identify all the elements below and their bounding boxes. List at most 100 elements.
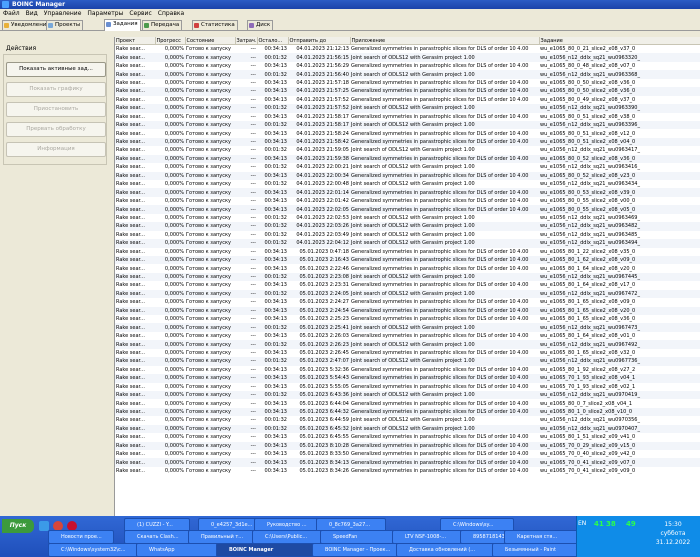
tasks-grid: ПроектПрогрессСостояниеЗатрач...Остало..… — [114, 37, 700, 516]
taskbar-button-bottom-3[interactable]: BOINC Manager - Проек... — [312, 543, 400, 557]
column-header-0[interactable]: Проект — [115, 37, 156, 45]
table-row[interactable]: Rake sear... 0,000% Готово к запуску --- 00:… — [115, 416, 700, 424]
tab-3[interactable]: Передача — [142, 20, 183, 30]
table-row[interactable]: Rake sear... 0,000% Готово к запуску --- 00:… — [115, 255, 700, 265]
taskbar-button-bottom-0[interactable]: C:\Windows\system32\c... — [48, 543, 140, 557]
action-button-4[interactable]: Информация — [6, 142, 106, 157]
taskbar-button-bottom-1[interactable]: WhatsApp — [136, 543, 220, 557]
table-row[interactable]: Rake sear... 0,000% Готово к запуску --- 00:… — [115, 129, 700, 137]
table-row[interactable]: Rake sear... 0,000% Готово к запуску --- 00:… — [115, 399, 700, 407]
table-row[interactable]: Rake sear... 0,000% Готово к запуску --- 00:… — [115, 349, 700, 357]
table-row[interactable]: Rake sear... 0,000% Готово к запуску --- 00:… — [115, 70, 700, 79]
table-row[interactable]: Rake sear... 0,000% Готово к запуску --- 00:… — [115, 62, 700, 70]
column-header-6[interactable]: Приложение — [350, 37, 540, 45]
menu-item-4[interactable]: Сервис — [129, 10, 151, 17]
menu-item-5[interactable]: Справка — [158, 10, 184, 17]
table-row[interactable]: Rake sear... 0,000% Готово к запуску --- 00:… — [115, 79, 700, 87]
column-header-4[interactable]: Остало... — [257, 37, 289, 45]
table-row[interactable]: Rake sear... 0,000% Готово к запуску --- 00:… — [115, 180, 700, 188]
desktop-icon[interactable] — [39, 521, 49, 531]
table-row[interactable]: Rake sear... 0,000% Готово к запуску --- 00:… — [115, 323, 700, 332]
table-row[interactable]: Rake sear... 0,000% Готово к запуску --- 00:… — [115, 214, 700, 222]
table-row[interactable]: Rake sear... 0,000% Готово к запуску --- 00:… — [115, 357, 700, 366]
table-cell: Joint search of ODLS12 with Gerasim proj… — [350, 222, 539, 231]
column-header-2[interactable]: Состояние — [185, 37, 236, 45]
taskbar-button-bottom-4[interactable]: Доставка обновлений (... — [396, 543, 496, 557]
taskbar-button-mid-7[interactable]: Каретная стя... — [504, 530, 584, 544]
table-row[interactable]: Rake sear... 0,000% Готово к запуску --- 00:… — [115, 281, 700, 289]
table-cell: Generalized symmetries in parastrophic s… — [351, 113, 529, 120]
table-row[interactable]: Rake sear... 0,000% Готово к запуску --- 00:… — [115, 171, 700, 180]
table-row[interactable]: Rake sear... 0,000% Готово к запуску --- 00:… — [115, 383, 700, 391]
table-cell: 05.01.2023 6:44:59 — [299, 417, 350, 424]
table-row[interactable]: Rake sear... 0,000% Готово к запуску --- 00:… — [115, 433, 700, 441]
table-row[interactable]: Rake sear... 0,000% Готово к запуску --- 00:… — [115, 239, 700, 248]
table-row[interactable]: Rake sear... 0,000% Готово к запуску --- 00:… — [115, 390, 700, 400]
table-cell: Rake sear... — [115, 87, 155, 96]
table-row[interactable]: Rake sear... 0,000% Готово к запуску --- 00:… — [115, 96, 700, 104]
language-indicator[interactable]: EN — [578, 520, 586, 527]
menu-item-3[interactable]: Параметры — [87, 10, 123, 17]
action-button-3[interactable]: Прервать обработку — [6, 122, 106, 137]
table-row[interactable]: Rake sear... 0,000% Готово к запуску --- 00:… — [115, 441, 700, 450]
taskbar-button-mid-2[interactable]: Правильный т... — [188, 530, 256, 544]
menu-item-0[interactable]: Файл — [3, 10, 20, 17]
table-row[interactable]: Rake sear... 0,000% Готово к запуску --- 00:… — [115, 45, 700, 54]
table-row[interactable]: Rake sear... 0,000% Готово к запуску --- 00:… — [115, 264, 700, 272]
table-row[interactable]: Rake sear... 0,000% Готово к запуску --- 00:… — [115, 272, 700, 282]
table-row[interactable]: Rake sear... 0,000% Готово к запуску --- 00:… — [115, 104, 700, 113]
table-row[interactable]: Rake sear... 0,000% Готово к запуску --- 00:… — [115, 407, 700, 417]
table-row[interactable]: Rake sear... 0,000% Готово к запуску --- 00:… — [115, 53, 700, 62]
table-cell: Готово к запуску — [186, 451, 231, 458]
table-row[interactable]: Rake sear... 0,000% Готово к запуску --- 00:… — [115, 188, 700, 197]
table-row[interactable]: Rake sear... 0,000% Готово к запуску --- 00:… — [115, 424, 700, 434]
taskbar-button-mid-3[interactable]: C:\Users\Public... — [252, 530, 330, 544]
action-button-2[interactable]: Приостановить — [6, 102, 106, 117]
menu-item-2[interactable]: Управление — [44, 10, 82, 17]
table-row[interactable]: Rake sear... 0,000% Готово к запуску --- 00:… — [115, 467, 700, 475]
table-cell: --- — [250, 366, 256, 373]
table-row[interactable]: Rake sear... 0,000% Готово к запуску --- 00:… — [115, 315, 700, 323]
table-row[interactable]: Rake sear... 0,000% Готово к запуску --- 00:… — [115, 87, 700, 96]
table-row[interactable]: Rake sear... 0,000% Готово к запуску --- 00:… — [115, 366, 700, 374]
table-row[interactable]: Rake sear... 0,000% Готово к запуску --- 00:… — [115, 289, 700, 299]
column-header-7[interactable]: Задание — [539, 37, 700, 45]
column-header-1[interactable]: Прогресс — [155, 37, 186, 45]
column-header-5[interactable]: Отправить до — [288, 37, 351, 45]
menu-item-1[interactable]: Вид — [26, 10, 38, 17]
start-button[interactable]: Пуск — [2, 519, 34, 533]
table-cell: 00:01:32 — [257, 424, 288, 434]
taskbar-button-bottom-2[interactable]: BOINC Manager — [216, 543, 316, 557]
table-row[interactable]: Rake sear... 0,000% Готово к запуску --- 00:… — [115, 154, 700, 164]
tab-1[interactable]: Проекты — [46, 20, 84, 30]
table-row[interactable]: Rake sear... 0,000% Готово к запуску --- 00:… — [115, 231, 700, 239]
action-button-0[interactable]: Показать активные зад... — [6, 62, 106, 77]
table-row[interactable]: Rake sear... 0,000% Готово к запуску --- 00:… — [115, 197, 700, 205]
table-row[interactable]: Rake sear... 0,000% Готово к запуску --- 00:… — [115, 163, 700, 171]
table-row[interactable]: Rake sear... 0,000% Готово к запуску --- 00:… — [115, 340, 700, 349]
table-row[interactable]: Rake sear... 0,000% Готово к запуску --- 00:… — [115, 205, 700, 214]
table-row[interactable]: Rake sear... 0,000% Готово к запуску --- 00:… — [115, 298, 700, 306]
taskbar-button-bottom-5[interactable]: Безымянный - Paint — [492, 543, 580, 557]
table-row[interactable]: Rake sear... 0,000% Готово к запуску --- 00:… — [115, 332, 700, 340]
table-cell: Готово к запуску — [185, 357, 235, 366]
column-header-3[interactable]: Затрач... — [235, 37, 258, 45]
table-row[interactable]: Rake sear... 0,000% Готово к запуску --- 00:… — [115, 146, 700, 154]
table-row[interactable]: Rake sear... 0,000% Готово к запуску --- 00:… — [115, 222, 700, 231]
table-row[interactable]: Rake sear... 0,000% Готово к запуску --- 00:… — [115, 374, 700, 383]
tab-4[interactable]: Статистика — [192, 20, 238, 30]
table-row[interactable]: Rake sear... 0,000% Готово к запуску --- 00:… — [115, 458, 700, 467]
taskbar-button-mid-4[interactable]: SpeedFan — [320, 530, 400, 544]
table-cell: 0,000% — [164, 333, 184, 340]
taskbar-button-mid-0[interactable]: Новости прое... — [48, 530, 114, 544]
table-row[interactable]: Rake sear... 0,000% Готово к запуску --- 00:… — [115, 113, 700, 121]
table-row[interactable]: Rake sear... 0,000% Готово к запуску --- 00:… — [115, 450, 700, 458]
table-row[interactable]: Rake sear... 0,000% Готово к запуску --- 00:… — [115, 248, 700, 256]
action-button-1[interactable]: Показать графику — [6, 82, 106, 97]
tab-2[interactable]: Задания — [104, 19, 141, 31]
table-row[interactable]: Rake sear... 0,000% Готово к запуску --- 00:… — [115, 120, 700, 130]
table-row[interactable]: Rake sear... 0,000% Готово к запуску --- 00:… — [115, 137, 700, 147]
tab-5[interactable]: Диск — [247, 20, 274, 30]
tray-clock[interactable]: 15:30 суббота 31.12.2022 — [648, 520, 698, 547]
table-row[interactable]: Rake sear... 0,000% Готово к запуску --- 00:… — [115, 306, 700, 315]
